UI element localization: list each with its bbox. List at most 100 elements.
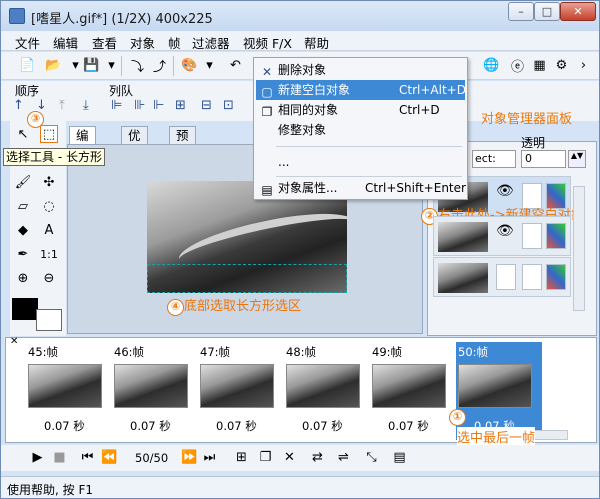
minimize-button[interactable]: – xyxy=(508,2,534,21)
app-icon xyxy=(9,8,25,24)
play-icon[interactable]: ▶ xyxy=(29,449,46,466)
foreground-color-swatch[interactable] xyxy=(12,298,38,320)
frame-counter: 50/50 xyxy=(135,451,169,465)
frame-thumb[interactable]: 48:帧 0.07 秒 xyxy=(284,342,364,440)
object-row[interactable]: 👁 xyxy=(433,216,571,256)
menu-frame[interactable]: 帧 xyxy=(168,33,181,52)
lasso-tool-icon[interactable]: ◌ xyxy=(40,197,58,215)
zoom-out-icon[interactable]: ⊖ xyxy=(40,269,58,287)
color-palette-icon[interactable]: 🎨 xyxy=(181,57,198,74)
distribute-icon[interactable]: ⊞ xyxy=(175,98,186,113)
new-file-icon[interactable]: 📄 xyxy=(19,57,36,74)
menu-view[interactable]: 查看 xyxy=(92,33,117,52)
move-up-icon[interactable]: ↑ xyxy=(13,98,24,113)
close-button[interactable]: ✕ xyxy=(560,2,596,21)
obj-manager-annotation: 对象管理器面板 xyxy=(481,112,573,127)
menu-filter[interactable]: 过滤器 xyxy=(192,33,230,52)
align-right-icon[interactable]: ⊩ xyxy=(153,98,164,113)
undo-icon[interactable]: ↶ xyxy=(227,57,244,74)
transparency-label: 透明 xyxy=(521,136,546,150)
move-top-icon[interactable]: ⤒ xyxy=(59,98,65,113)
stop-icon[interactable]: ■ xyxy=(51,449,68,466)
frame-thumb[interactable]: 45:帧 0.07 秒 xyxy=(26,342,106,440)
align-left-icon[interactable]: ⊫ xyxy=(111,98,122,113)
tween-icon[interactable]: ⇄ xyxy=(309,449,326,466)
close-strip-icon[interactable]: ✕ xyxy=(10,336,18,347)
menu-edit[interactable]: 编辑 xyxy=(53,33,78,52)
dropdown-arrow-icon[interactable]: ▾ xyxy=(67,57,84,74)
add-frame-icon[interactable]: ⊞ xyxy=(233,449,250,466)
annotation-1: ① xyxy=(449,409,466,426)
frame-thumb[interactable]: 46:帧 0.07 秒 xyxy=(112,342,192,440)
menu-item-delete-object[interactable]: ✕ 删除对象 xyxy=(256,60,465,80)
eye-icon: 👁 xyxy=(496,223,514,239)
open-folder-icon[interactable]: 📂 xyxy=(45,57,62,74)
save-icon[interactable]: 💾 xyxy=(83,57,100,74)
tab-preview[interactable]: 预览 xyxy=(169,126,196,160)
zoom-in-icon[interactable]: ⊕ xyxy=(14,269,32,287)
frame-properties-icon[interactable]: ▤ xyxy=(391,449,408,466)
text-tool-icon[interactable]: A xyxy=(40,221,58,239)
blend-select[interactable]: ect: xyxy=(472,150,516,168)
move-bottom-icon[interactable]: ⤓ xyxy=(83,98,89,113)
rectangle-selection[interactable] xyxy=(147,264,347,293)
frame-thumb[interactable]: 47:帧 0.07 秒 xyxy=(198,342,278,440)
reverse-icon[interactable]: ⇌ xyxy=(335,449,352,466)
first-frame-icon[interactable]: ⏮ xyxy=(79,449,96,466)
tab-edit[interactable]: 编辑 xyxy=(69,126,96,160)
resize-icon[interactable]: ⤡ xyxy=(363,449,380,466)
menu-file[interactable]: 文件 xyxy=(15,33,40,52)
settings-icon[interactable]: ⚙ xyxy=(553,57,570,74)
object-row[interactable] xyxy=(433,257,571,297)
eraser-tool-icon[interactable]: ▱ xyxy=(14,197,32,215)
actual-size-icon[interactable]: 1:1 xyxy=(40,245,58,263)
transparency-input[interactable]: 0 xyxy=(521,150,566,168)
annotation-1-text: 选中最后一帧 xyxy=(457,427,536,446)
duplicate-icon: ❐ xyxy=(261,105,273,119)
menu-video-fx[interactable]: 视频 F/X xyxy=(243,33,292,52)
export-icon[interactable]: ⤴ xyxy=(151,57,168,75)
eyedropper-icon[interactable]: ✒ xyxy=(14,245,32,263)
menu-help[interactable]: 帮助 xyxy=(304,33,329,52)
annotation-4: ④ 底部选取长方形选区 xyxy=(167,295,301,316)
import-icon[interactable]: ⤵ xyxy=(129,57,146,75)
ie-icon[interactable]: ⓔ xyxy=(509,57,526,75)
frame-thumb-selected[interactable]: 50:帧 0.07 秒 xyxy=(456,342,542,440)
menu-item-more[interactable]: ... xyxy=(256,152,465,172)
prev-frame-icon[interactable]: ⏪ xyxy=(101,449,118,466)
menu-item-duplicate-object[interactable]: ❐ 相同的对象 Ctrl+D xyxy=(256,100,465,120)
menu-bar: 文件 编辑 查看 对象 帧 过滤器 视频 F/X 帮助 xyxy=(1,31,599,51)
background-color-swatch[interactable] xyxy=(36,309,62,331)
copy-frame-icon[interactable]: ❐ xyxy=(257,449,274,466)
delete-frame-icon[interactable]: ✕ xyxy=(281,449,298,466)
menu-item-trim-object[interactable]: 修整对象 xyxy=(256,120,465,140)
align-center-icon[interactable]: ⊪ xyxy=(134,98,145,113)
magic-wand-icon[interactable]: ✣ xyxy=(40,173,58,191)
align-middle-icon[interactable]: ⊡ xyxy=(223,98,234,113)
status-text: 使用帮助, 按 F1 xyxy=(7,483,93,497)
dropdown-arrow-icon[interactable]: ▾ xyxy=(103,57,120,74)
status-bar: 使用帮助, 按 F1 xyxy=(1,476,599,498)
next-frame-icon[interactable]: ⏩ xyxy=(181,449,198,466)
grid-icon[interactable]: ▦ xyxy=(531,57,548,74)
new-object-icon: ▢ xyxy=(261,85,273,99)
more-icon[interactable]: › xyxy=(575,57,592,74)
dropdown-arrow-icon[interactable]: ▾ xyxy=(201,57,218,74)
frame-thumb[interactable]: 49:帧 0.07 秒 xyxy=(370,342,450,440)
last-frame-icon[interactable]: ⏭ xyxy=(201,449,218,466)
properties-icon: ▤ xyxy=(261,183,273,197)
tab-optimize[interactable]: 优化 xyxy=(121,126,148,160)
maximize-button[interactable]: □ xyxy=(534,2,560,21)
object-panel-scrollbar[interactable] xyxy=(573,186,585,311)
fill-tool-icon[interactable]: ◆ xyxy=(14,221,32,239)
align-top-icon[interactable]: ⊟ xyxy=(201,98,212,113)
menu-item-object-properties[interactable]: ▤ 对象属性... Ctrl+Shift+Enter xyxy=(256,178,466,198)
brush-tool-icon[interactable]: 🖌 xyxy=(14,173,32,191)
queue-label: 列队 xyxy=(109,84,134,98)
menu-object[interactable]: 对象 xyxy=(130,33,155,52)
order-label: 顺序 xyxy=(15,84,40,98)
menu-item-new-blank-object[interactable]: ▢ 新建空白对象 Ctrl+Alt+D xyxy=(256,80,466,100)
transparency-spinner[interactable]: ▲▼ xyxy=(568,150,586,168)
globe-icon[interactable]: 🌐 xyxy=(483,57,500,74)
app-window: [嗜星人.gif*] (1/2X) 400x225 – □ ✕ 文件 编辑 查看… xyxy=(0,0,600,499)
